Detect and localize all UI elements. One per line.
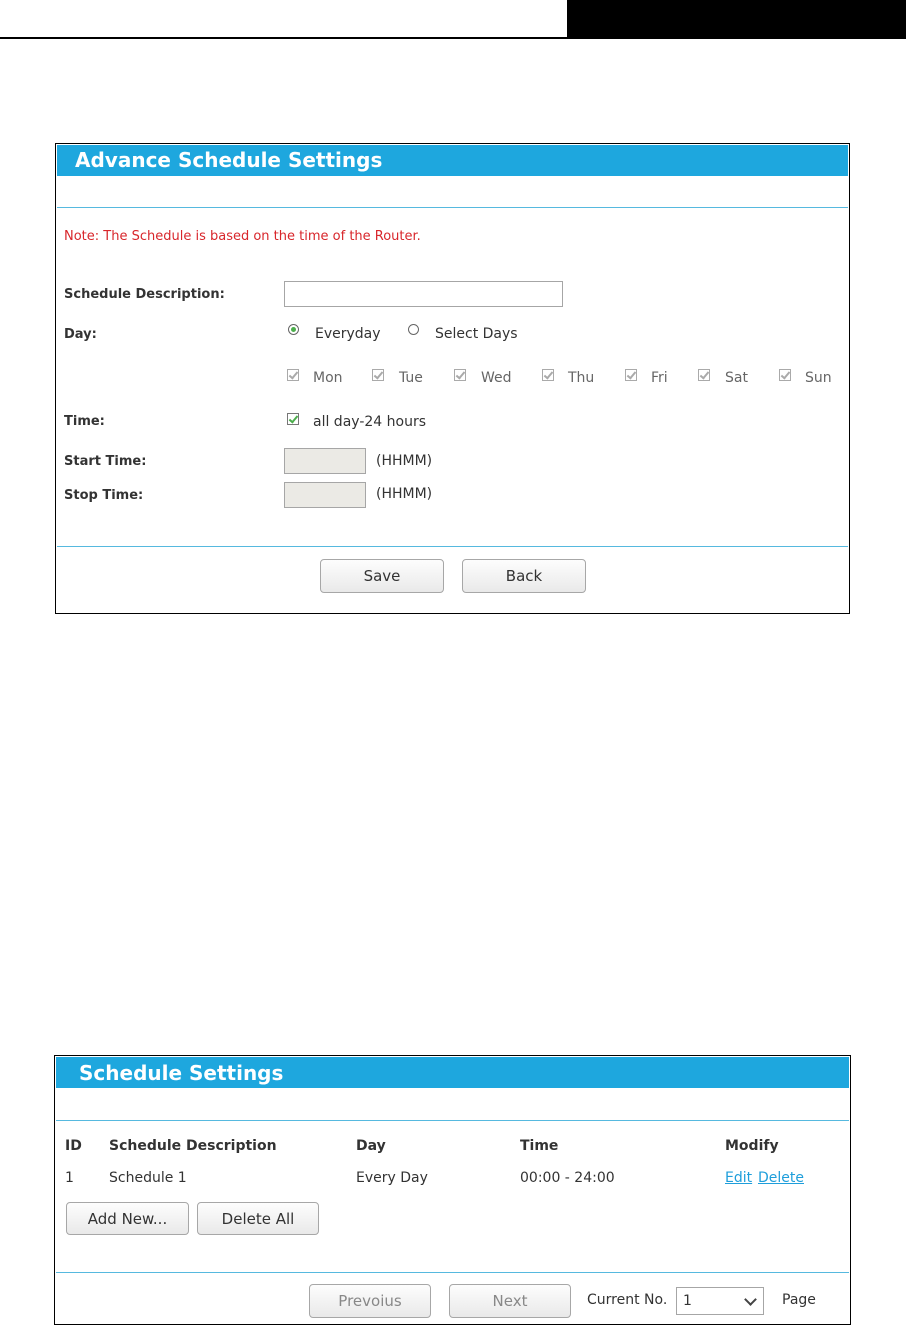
- row-id: 1: [65, 1170, 74, 1186]
- current-no-select[interactable]: 1: [676, 1287, 764, 1315]
- delete-all-button[interactable]: Delete All: [197, 1202, 319, 1235]
- page-label: Page: [782, 1292, 816, 1308]
- schedule-settings-panel: Schedule Settings ID Schedule Descriptio…: [54, 1055, 851, 1325]
- column-header-time: Time: [520, 1138, 559, 1154]
- sun-checkbox[interactable]: [779, 369, 791, 381]
- stop-time-format: (HHMM): [376, 486, 433, 502]
- row-description: Schedule 1: [109, 1170, 187, 1186]
- mon-label: Mon: [313, 370, 343, 386]
- chevron-down-icon: [744, 1293, 757, 1306]
- stop-time-input[interactable]: [284, 482, 366, 508]
- all-day-checkbox[interactable]: [287, 413, 299, 425]
- wed-checkbox[interactable]: [454, 369, 466, 381]
- schedule-description-input[interactable]: [284, 281, 563, 307]
- sat-label: Sat: [725, 370, 748, 386]
- column-header-description: Schedule Description: [109, 1138, 277, 1154]
- next-button[interactable]: Next: [449, 1284, 571, 1318]
- advance-schedule-panel: Advance Schedule Settings Note: The Sche…: [55, 143, 850, 614]
- current-no-value: 1: [683, 1293, 692, 1309]
- start-time-label: Start Time:: [64, 454, 147, 469]
- column-header-day: Day: [356, 1138, 386, 1154]
- fri-label: Fri: [651, 370, 668, 386]
- everyday-label[interactable]: Everyday: [315, 326, 381, 342]
- start-time-input[interactable]: [284, 448, 366, 474]
- divider: [57, 546, 848, 547]
- start-time-format: (HHMM): [376, 453, 433, 469]
- select-days-label[interactable]: Select Days: [435, 326, 518, 342]
- schedule-settings-title: Schedule Settings: [79, 1061, 284, 1085]
- column-header-id: ID: [65, 1138, 82, 1154]
- day-label: Day:: [64, 327, 97, 342]
- delete-link[interactable]: Delete: [758, 1170, 804, 1186]
- stop-time-label: Stop Time:: [64, 488, 144, 503]
- wed-label: Wed: [481, 370, 512, 386]
- schedule-settings-header: Schedule Settings: [56, 1057, 849, 1088]
- divider: [56, 1272, 849, 1273]
- header-black-block: [567, 0, 906, 39]
- tue-label: Tue: [399, 370, 423, 386]
- divider: [57, 207, 848, 208]
- fri-checkbox[interactable]: [625, 369, 637, 381]
- thu-checkbox[interactable]: [542, 369, 554, 381]
- column-header-modify: Modify: [725, 1138, 779, 1154]
- advance-schedule-title: Advance Schedule Settings: [75, 148, 383, 172]
- time-label: Time:: [64, 414, 105, 429]
- previous-button[interactable]: Prevoius: [309, 1284, 431, 1318]
- row-day: Every Day: [356, 1170, 428, 1186]
- schedule-description-label: Schedule Description:: [64, 287, 225, 302]
- row-time: 00:00 - 24:00: [520, 1170, 615, 1186]
- everyday-radio[interactable]: [288, 324, 299, 335]
- sun-label: Sun: [805, 370, 832, 386]
- divider: [56, 1120, 849, 1121]
- back-button[interactable]: Back: [462, 559, 586, 593]
- add-new-button[interactable]: Add New...: [66, 1202, 189, 1235]
- sat-checkbox[interactable]: [698, 369, 710, 381]
- advance-schedule-header: Advance Schedule Settings: [57, 145, 848, 176]
- edit-link[interactable]: Edit: [725, 1170, 752, 1186]
- all-day-label[interactable]: all day-24 hours: [313, 414, 426, 430]
- thu-label: Thu: [568, 370, 595, 386]
- current-no-label: Current No.: [587, 1292, 668, 1308]
- router-time-note: Note: The Schedule is based on the time …: [64, 229, 421, 244]
- tue-checkbox[interactable]: [372, 369, 384, 381]
- save-button[interactable]: Save: [320, 559, 444, 593]
- header-rule: [0, 37, 906, 39]
- mon-checkbox[interactable]: [287, 369, 299, 381]
- select-days-radio[interactable]: [408, 324, 419, 335]
